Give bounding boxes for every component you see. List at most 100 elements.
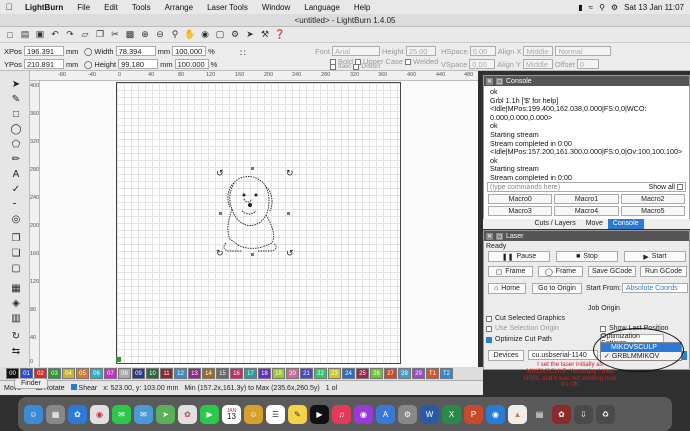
palette-swatch[interactable]: 05	[76, 368, 89, 379]
macro1-button[interactable]: Macro1	[554, 194, 619, 204]
node-anchor-icon[interactable]: ∷	[240, 48, 246, 59]
macro4-button[interactable]: Macro4	[554, 206, 619, 216]
stop-button[interactable]: ■ Stop	[556, 251, 618, 262]
menu-laser-tools[interactable]: Laser Tools	[200, 3, 255, 12]
mail-icon[interactable]: ✉	[134, 404, 153, 424]
palette-swatch[interactable]: 20	[286, 368, 299, 379]
font-select[interactable]: Arial	[332, 46, 381, 56]
home-button[interactable]: ⌂ Home	[488, 283, 526, 294]
macro2-button[interactable]: Macro2	[620, 194, 685, 204]
palette-swatch[interactable]: 11	[160, 368, 173, 379]
zoom-icon[interactable]: ◉	[486, 404, 505, 424]
text-tool-icon[interactable]: A	[9, 167, 23, 181]
weld-icon[interactable]: ▢	[9, 261, 23, 275]
zoom-out-icon[interactable]: ⊖	[154, 29, 166, 41]
save-gcode-button[interactable]: Save GCode	[588, 266, 636, 277]
polygon-tool-icon[interactable]: ⬠	[9, 137, 23, 151]
select-tool-icon[interactable]: ➤	[9, 77, 23, 91]
palette-swatch[interactable]: 09	[132, 368, 145, 379]
tab-cuts-layers[interactable]: Cuts / Layers	[529, 219, 580, 229]
resize-handle[interactable]	[251, 167, 254, 170]
open-file-icon[interactable]: ▤	[19, 29, 31, 41]
circular-array-icon[interactable]: ◈	[9, 296, 23, 310]
palette-swatch[interactable]: 07	[104, 368, 117, 379]
menu-arrange[interactable]: Arrange	[158, 3, 200, 12]
height-field[interactable]: 99.180	[118, 59, 159, 69]
cut-selected-checkbox[interactable]	[486, 315, 492, 322]
lightburn-icon[interactable]: ✿	[552, 404, 571, 424]
palette-swatch[interactable]: 13	[188, 368, 201, 379]
send-icon[interactable]: ➤	[244, 29, 256, 41]
dog-artwork[interactable]	[212, 165, 298, 260]
macro5-button[interactable]: Macro5	[620, 206, 685, 216]
word-icon[interactable]: W	[420, 404, 439, 424]
app-store-icon[interactable]: A	[376, 404, 395, 424]
welded-checkbox[interactable]	[405, 58, 412, 65]
width-field[interactable]: 78.394	[115, 46, 156, 56]
rotate-handle-icon[interactable]: ↺	[216, 168, 224, 179]
save-icon[interactable]: ▣	[34, 29, 46, 41]
frame-circle-button[interactable]: ◯ Frame	[538, 266, 583, 277]
palette-swatch[interactable]: 27	[384, 368, 397, 379]
port-select[interactable]: cu.usbserial-1140	[528, 350, 598, 360]
zoom-fit-icon[interactable]: ⚲	[169, 29, 181, 41]
use-selection-origin-checkbox[interactable]	[486, 325, 492, 332]
ellipse-tool-icon[interactable]: ◯	[9, 122, 23, 136]
height-pct-field[interactable]: 100.000	[174, 59, 209, 69]
grid-array-icon[interactable]: ▦	[9, 281, 23, 295]
resize-handle[interactable]	[219, 212, 222, 215]
resize-handle[interactable]	[287, 212, 290, 215]
go-to-origin-button[interactable]: Go to Origin	[532, 283, 582, 294]
float-icon[interactable]: ▢	[496, 77, 503, 85]
design-canvas[interactable]: ↺ ↻ ↻ ↺	[40, 81, 478, 367]
system-settings-icon[interactable]: ⚙	[398, 404, 417, 424]
tab-move[interactable]: Move	[581, 219, 608, 229]
settings-icon[interactable]: ⚙	[229, 29, 241, 41]
optimize-checkbox[interactable]	[486, 336, 492, 343]
notes-icon[interactable]: ✎	[288, 404, 307, 424]
vlc-icon[interactable]: ▲	[508, 404, 527, 424]
measure-tool-icon[interactable]: ╴	[9, 197, 23, 211]
palette-swatch-tool[interactable]: T2	[440, 368, 453, 379]
palette-swatch[interactable]: 12	[174, 368, 187, 379]
aligny-select[interactable]: Middle	[522, 59, 553, 69]
palette-swatch[interactable]: 28	[398, 368, 411, 379]
maps-icon[interactable]: ➤	[156, 404, 175, 424]
ungroup-icon[interactable]: ❏	[9, 246, 23, 260]
start-from-select[interactable]: Absolute Coords	[622, 283, 688, 293]
menu-tools[interactable]: Tools	[125, 3, 158, 12]
palette-swatch[interactable]: 03	[48, 368, 61, 379]
zoom-in-icon[interactable]: ⊕	[139, 29, 151, 41]
palette-swatch[interactable]: 08	[118, 368, 131, 379]
show-all-checkbox[interactable]	[677, 184, 683, 190]
palette-swatch[interactable]: 25	[356, 368, 369, 379]
reminders-icon[interactable]: ☰	[266, 404, 285, 424]
trash-icon[interactable]: ♻	[596, 404, 615, 424]
shear-option[interactable]: Shear	[70, 384, 97, 392]
facetime-icon[interactable]: ▶	[200, 404, 219, 424]
palette-swatch[interactable]: 16	[230, 368, 243, 379]
help-icon[interactable]: ❓	[274, 29, 286, 41]
align-icon[interactable]: ▥	[9, 311, 23, 325]
resize-handle[interactable]	[251, 253, 254, 256]
tv-icon[interactable]: ▶	[310, 404, 329, 424]
palette-swatch[interactable]: 19	[272, 368, 285, 379]
rotate-icon[interactable]: ↻	[9, 329, 23, 343]
music-icon[interactable]: ♫	[332, 404, 351, 424]
frame-button[interactable]: ▢ Frame	[488, 266, 533, 277]
pan-icon[interactable]: ✋	[184, 29, 196, 41]
close-icon[interactable]: ✕	[486, 232, 493, 240]
devices-button[interactable]: Devices	[488, 350, 524, 361]
rotate-handle-icon[interactable]: ↻	[216, 248, 224, 259]
powerpoint-icon[interactable]: P	[464, 404, 483, 424]
rectangle-tool-icon[interactable]: □	[9, 107, 23, 121]
italic-checkbox[interactable]	[330, 64, 336, 70]
macro0-button[interactable]: Macro0	[488, 194, 553, 204]
rotate-handle-icon[interactable]: ↻	[286, 168, 294, 179]
distort-checkbox[interactable]	[353, 64, 360, 70]
copy-icon[interactable]: ❐	[94, 29, 106, 41]
cut-icon[interactable]: ✂	[109, 29, 121, 41]
menu-app[interactable]: LightBurn	[18, 3, 70, 12]
position-laser-icon[interactable]: ✓	[9, 182, 23, 196]
photos-icon[interactable]: ✿	[178, 404, 197, 424]
